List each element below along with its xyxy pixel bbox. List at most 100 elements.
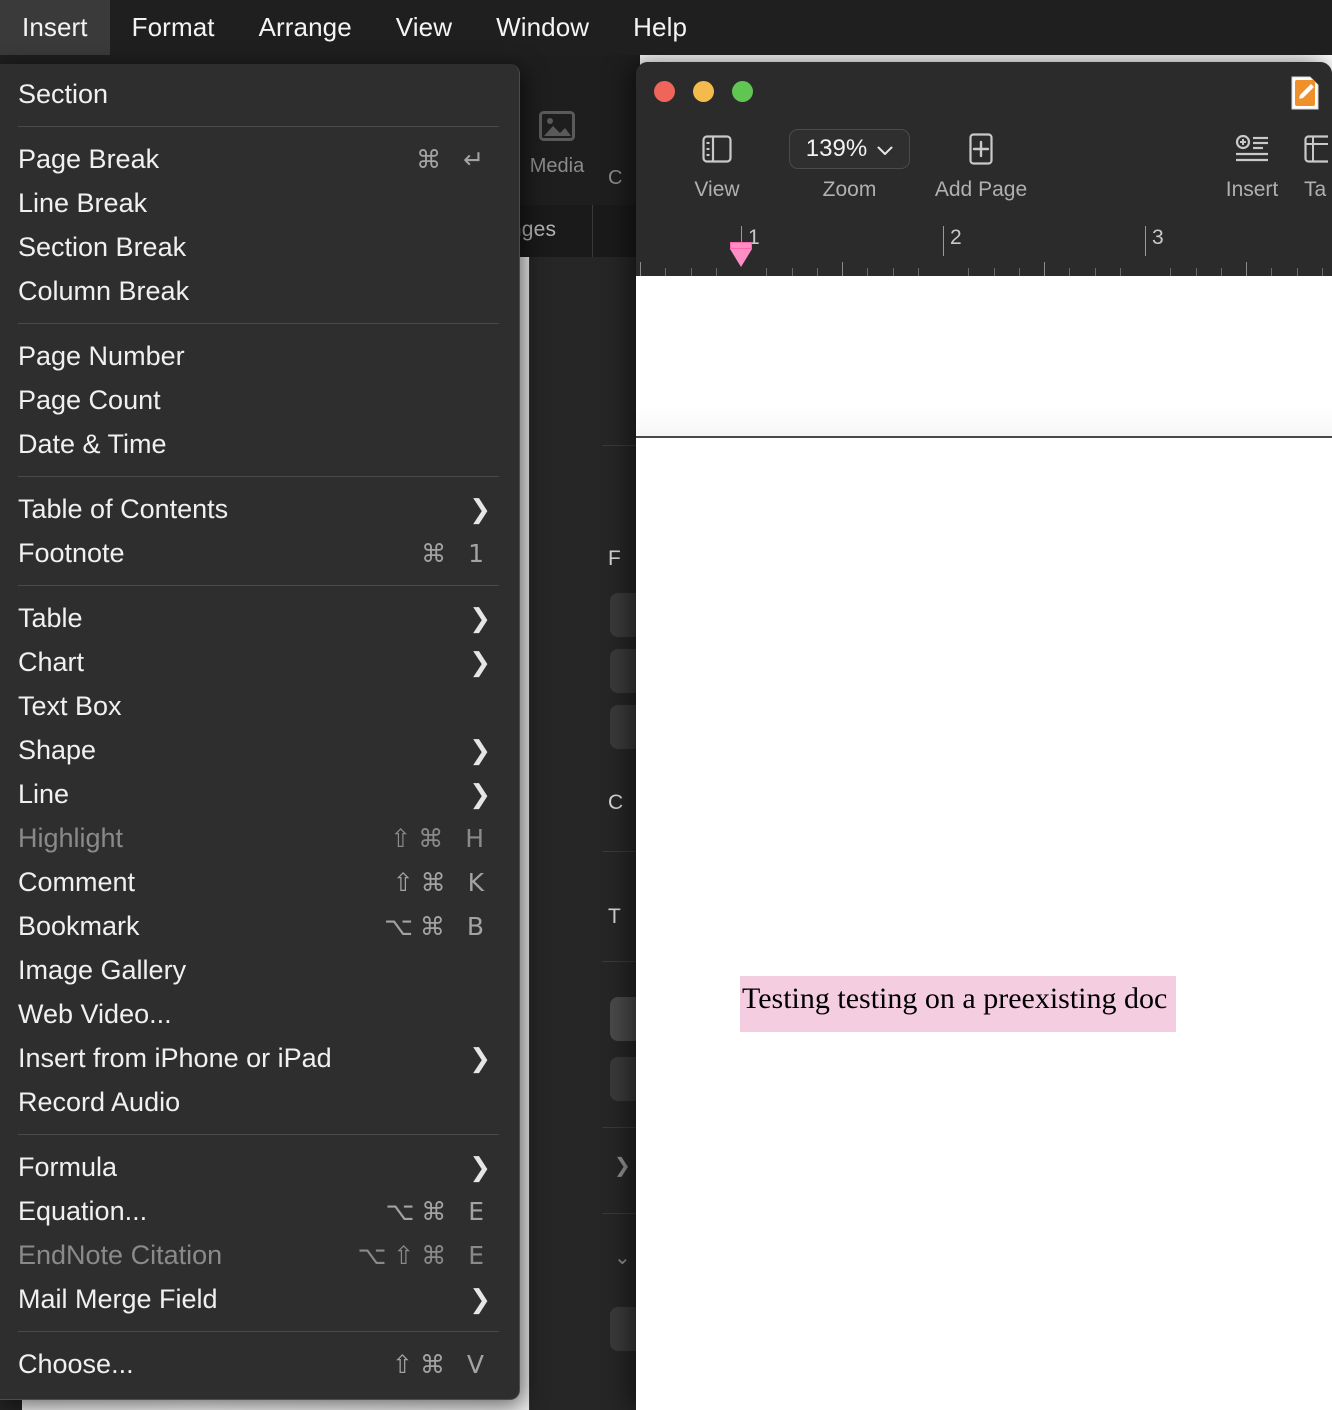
- menu-item-chart[interactable]: Chart ❯: [0, 640, 519, 684]
- menu-item-shortcut: ⇧⌘ H: [390, 823, 491, 853]
- menu-item-equation[interactable]: Equation... ⌥⌘ E: [0, 1189, 519, 1233]
- menu-item-comment[interactable]: Comment ⇧⌘ K: [0, 860, 519, 904]
- menu-item-date-time[interactable]: Date & Time: [0, 422, 519, 466]
- ruler-number: 2: [950, 226, 962, 249]
- chevron-right-icon: ❯: [469, 494, 491, 524]
- highlighted-paragraph[interactable]: Testing testing on a preexisting doc: [740, 976, 1176, 1032]
- menu-item-line-break[interactable]: Line Break: [0, 181, 519, 225]
- menu-item-page-break[interactable]: Page Break ⌘ ↵: [0, 137, 519, 181]
- chevron-down-icon[interactable]: ⌄: [614, 1245, 631, 1270]
- menu-item-label: Equation...: [18, 1195, 148, 1226]
- toolbar-view-button[interactable]: View: [660, 124, 774, 202]
- menu-item-choose[interactable]: Choose... ⇧⌘ V: [0, 1342, 519, 1386]
- minimize-button[interactable]: [693, 81, 714, 102]
- menu-item-shortcut: ⌥⇧⌘ E: [357, 1240, 491, 1270]
- menu-item-formula[interactable]: Formula ❯: [0, 1145, 519, 1189]
- menu-item-label: Column Break: [18, 275, 190, 306]
- ruler-minor-tick: [640, 262, 641, 276]
- paragraph-text: Testing testing on a preexisting doc: [742, 982, 1168, 1015]
- ruler-minor-tick: [766, 268, 767, 276]
- chevron-right-icon: ❯: [469, 779, 491, 809]
- menu-item-label: Web Video...: [18, 998, 172, 1029]
- menu-item-column-break[interactable]: Column Break: [0, 269, 519, 313]
- menu-item-section-break[interactable]: Section Break: [0, 225, 519, 269]
- menubar-item-label: Insert: [22, 12, 88, 42]
- menu-item-label: Page Break: [18, 143, 160, 174]
- menubar-item-help[interactable]: Help: [611, 0, 709, 55]
- ruler-minor-tick: [867, 268, 868, 276]
- menu-item-label: Section: [18, 78, 109, 109]
- menu-item-label: Chart: [18, 646, 85, 677]
- menu-item-label: Table: [18, 602, 83, 633]
- menubar-item-view[interactable]: View: [374, 0, 474, 55]
- menu-item-label: Line Break: [18, 187, 148, 218]
- menu-item-shortcut: ⇧⌘ V: [392, 1349, 491, 1379]
- toolbar-table-button[interactable]: Ta: [1304, 124, 1332, 202]
- menubar-item-insert[interactable]: Insert: [0, 0, 110, 55]
- document-canvas[interactable]: Testing testing on a preexisting doc: [636, 276, 1332, 1410]
- menu-item-label: Record Audio: [18, 1086, 181, 1117]
- close-button[interactable]: [654, 81, 675, 102]
- menu-item-shape[interactable]: Shape ❯: [0, 728, 519, 772]
- menu-item-label: Image Gallery: [18, 954, 187, 985]
- ruler-minor-tick: [1246, 262, 1247, 276]
- chevron-right-icon: ❯: [469, 735, 491, 765]
- ruler-number: 3: [1152, 226, 1164, 249]
- menu-item-label: Line: [18, 778, 70, 809]
- menu-item-insert-from-iphone-or-ipad[interactable]: Insert from iPhone or iPad ❯: [0, 1036, 519, 1080]
- active-document-window[interactable]: View 139% Zoom Add Page Insert Ta 1 2 3 …: [636, 62, 1332, 1410]
- ruler-minor-tick: [1271, 268, 1272, 276]
- menu-item-table[interactable]: Table ❯: [0, 596, 519, 640]
- menubar-item-window[interactable]: Window: [474, 0, 611, 55]
- menu-separator: [18, 1134, 499, 1135]
- menu-item-shortcut: ⌥⌘ B: [384, 911, 491, 941]
- chevron-right-icon: ❯: [469, 603, 491, 633]
- ruler-minor-tick: [691, 268, 692, 276]
- toolbar-insert-label: Insert: [1225, 178, 1279, 201]
- menu-item-record-audio[interactable]: Record Audio: [0, 1080, 519, 1124]
- menu-item-label: Table of Contents: [18, 493, 229, 524]
- menu-item-label: Text Box: [18, 690, 122, 721]
- toolbar-insert-button[interactable]: Insert: [1196, 124, 1308, 202]
- ruler-minor-tick: [665, 268, 666, 276]
- menu-item-section[interactable]: Section: [0, 72, 519, 116]
- menu-item-label: Comment: [18, 866, 136, 897]
- menu-item-label: Mail Merge Field: [18, 1283, 218, 1314]
- background-toolbar-media[interactable]: Media: [512, 111, 602, 178]
- ruler-minor-tick: [1120, 268, 1121, 276]
- menu-item-image-gallery[interactable]: Image Gallery: [0, 948, 519, 992]
- menu-item-endnote-citation: EndNote Citation ⌥⇧⌘ E: [0, 1233, 519, 1277]
- menu-item-highlight: Highlight ⇧⌘ H: [0, 816, 519, 860]
- menu-item-text-box[interactable]: Text Box: [0, 684, 519, 728]
- window-traffic-lights: [654, 81, 753, 102]
- chevron-right-icon: ❯: [469, 1284, 491, 1314]
- media-icon: [512, 111, 602, 147]
- document-header-zone[interactable]: [636, 276, 1332, 438]
- menu-item-label: Shape: [18, 734, 97, 765]
- menu-item-table-of-contents[interactable]: Table of Contents ❯: [0, 487, 519, 531]
- ruler-minor-tick: [1196, 268, 1197, 276]
- menu-item-page-number[interactable]: Page Number: [0, 334, 519, 378]
- menubar-item-format[interactable]: Format: [110, 0, 237, 55]
- menu-item-bookmark[interactable]: Bookmark ⌥⌘ B: [0, 904, 519, 948]
- menu-item-web-video[interactable]: Web Video...: [0, 992, 519, 1036]
- document-proxy-icon[interactable]: [1290, 75, 1320, 111]
- background-toolbar-media-label: Media: [529, 155, 585, 177]
- background-format-pane[interactable]: F C T ❯ ⌄: [529, 257, 640, 1410]
- menu-item-footnote[interactable]: Footnote ⌘ 1: [0, 531, 519, 575]
- toolbar-add-page-button[interactable]: Add Page: [881, 124, 1081, 202]
- menu-item-page-count[interactable]: Page Count: [0, 378, 519, 422]
- pane-heading-font: F: [608, 547, 621, 570]
- ruler-minor-tick: [1019, 268, 1020, 276]
- menu-item-line[interactable]: Line ❯: [0, 772, 519, 816]
- sidebar-view-icon: [660, 124, 774, 174]
- menu-item-label: Footnote: [18, 537, 125, 568]
- zoom-button[interactable]: [732, 81, 753, 102]
- ruler-minor-tick: [716, 268, 717, 276]
- menubar-item-arrange[interactable]: Arrange: [237, 0, 374, 55]
- chevron-right-icon[interactable]: ❯: [614, 1153, 631, 1178]
- menu-item-mail-merge-field[interactable]: Mail Merge Field ❯: [0, 1277, 519, 1321]
- menu-item-shortcut: ⌥⌘ E: [385, 1196, 491, 1226]
- horizontal-ruler[interactable]: 1 2 3: [636, 224, 1332, 276]
- insert-menu-panel[interactable]: Section Page Break ⌘ ↵ Line Break Section Br…: [0, 64, 520, 1400]
